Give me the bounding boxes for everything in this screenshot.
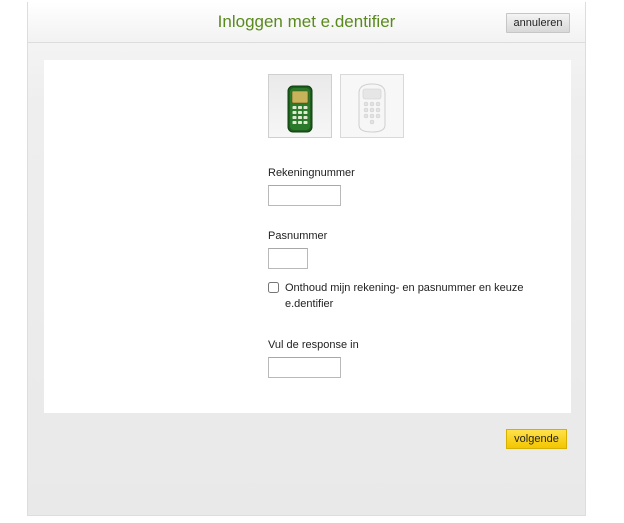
device-option-green[interactable] xyxy=(268,74,332,138)
form-area: Rekeningnummer Pasnummer Onthoud mijn re… xyxy=(44,60,571,413)
page-title: Inloggen met e.dentifier xyxy=(217,12,396,31)
device-option-white[interactable] xyxy=(340,74,404,138)
panel-header: Inloggen met e.dentifier annuleren xyxy=(28,2,585,43)
cancel-button[interactable]: annuleren xyxy=(506,13,570,33)
next-button[interactable]: volgende xyxy=(506,429,567,449)
remember-checkbox[interactable] xyxy=(268,282,279,293)
response-input[interactable] xyxy=(268,357,341,378)
white-edentifier-icon xyxy=(358,83,386,133)
login-panel: Inloggen met e.dentifier annuleren Reken… xyxy=(27,2,586,516)
card-number-label: Pasnummer xyxy=(268,230,328,242)
green-edentifier-icon xyxy=(287,85,313,133)
response-label: Vul de response in xyxy=(268,339,359,351)
page: Inloggen met e.dentifier annuleren Reken… xyxy=(0,0,624,523)
account-number-label: Rekeningnummer xyxy=(268,167,355,179)
card-number-input[interactable] xyxy=(268,248,308,269)
account-number-input[interactable] xyxy=(268,185,341,206)
remember-label[interactable]: Onthoud mijn rekening- en pasnummer en k… xyxy=(285,280,545,312)
